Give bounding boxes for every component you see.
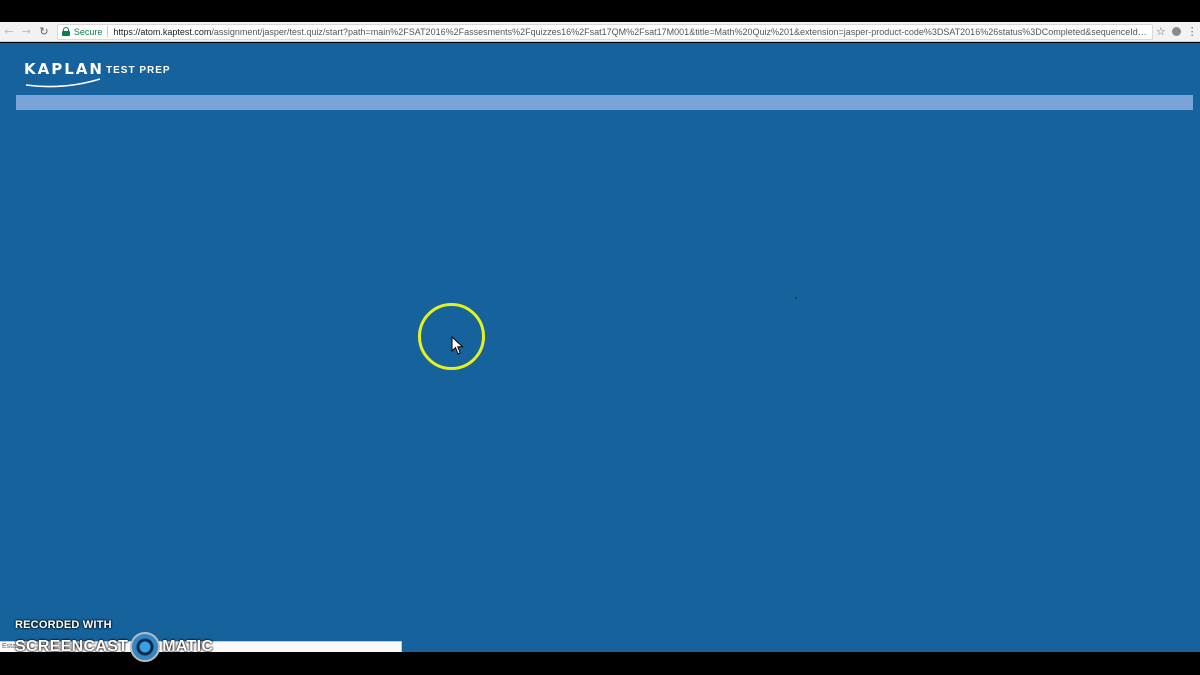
url-text: https://atom.kaptest.com/assignment/jasp… [113,27,1148,37]
arrow-left-icon: ← [4,25,14,38]
secure-label: Secure [73,26,103,37]
extension-button[interactable] [1169,24,1185,40]
watermark-brand: SCREENCAST MATIC [15,632,213,662]
lock-icon [61,27,70,36]
browser-menu-button[interactable]: ⋮ [1184,24,1200,40]
url-host: https://atom.kaptest.com [113,26,212,37]
url-path: /assignment/jasper/test.quiz/start?path=… [211,26,1149,37]
address-bar[interactable]: Secure https://atom.kaptest.com/assignme… [56,23,1154,40]
logo-testprep-text: TEST PREP [106,65,171,76]
watermark-recorded-with: RECORDED WITH [15,619,112,631]
watermark-word-right: MATIC [162,638,214,655]
mouse-pointer-icon [451,336,464,355]
logo-swoosh-icon [25,78,101,88]
arrow-right-icon: → [21,25,32,38]
forward-button[interactable]: → [18,23,36,41]
kaplan-logo[interactable]: KAPLAN TEST PREP [24,58,184,88]
kebab-menu-icon: ⋮ [1186,25,1198,38]
logo-kaplan-text: KAPLAN [24,60,104,78]
quiz-progress-bar [16,95,1193,110]
reload-icon: ↻ [39,25,49,38]
extension-icon [1172,27,1181,36]
watermark-word-left: SCREENCAST [15,638,129,655]
quiz-page: KAPLAN TEST PREP [0,43,1200,652]
back-button[interactable]: ← [0,23,18,41]
browser-toolbar: ← → ↻ Secure https://atom.kaptest.com/as… [0,22,1200,42]
reload-button[interactable]: ↻ [35,23,53,41]
screencast-watermark: RECORDED WITH SCREENCAST MATIC [15,619,213,662]
page-speck [795,297,797,299]
video-letterbox-top [0,0,1200,22]
bookmark-star-button[interactable]: ☆ [1153,24,1169,40]
screencast-logo-icon [130,632,161,662]
omnibox-divider [107,26,109,37]
star-icon: ☆ [1155,25,1166,38]
